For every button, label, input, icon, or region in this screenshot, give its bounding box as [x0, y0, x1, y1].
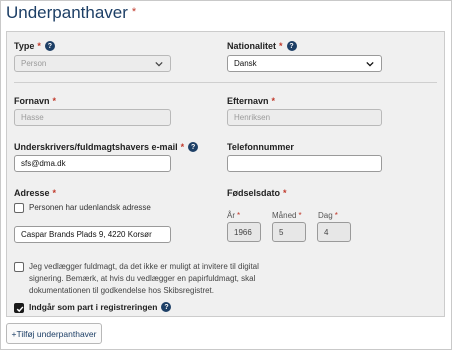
lastname-value: Henriksen	[234, 113, 271, 122]
birthdate-label: Fødselsdato *	[227, 188, 287, 198]
required-marker: *	[237, 211, 241, 220]
address-label-text: Adresse	[14, 188, 50, 198]
email-label-text: Underskrivers/fuldmagtshavers e-mail	[14, 142, 178, 152]
birth-month-input[interactable]: 5	[272, 222, 306, 242]
section-title: Underpanthaver *	[6, 3, 136, 23]
email-label: Underskrivers/fuldmagtshavers e-mail *?	[14, 142, 199, 152]
firstname-label: Fornavn *	[14, 96, 56, 106]
required-marker: *	[298, 211, 302, 220]
required-marker: *	[180, 142, 185, 152]
month-label-text: Måned	[272, 211, 297, 220]
address-label: Adresse *	[14, 188, 56, 198]
day-label: Dag *	[318, 211, 338, 220]
required-marker: *	[283, 188, 287, 198]
type-label-text: Type	[14, 41, 35, 51]
birth-year-value: 1966	[234, 227, 252, 237]
year-label: År *	[227, 211, 240, 220]
lastname-input[interactable]: Henriksen	[227, 109, 382, 126]
phone-label-text: Telefonnummer	[227, 142, 294, 152]
required-marker: *	[334, 211, 338, 220]
phone-label: Telefonnummer	[227, 142, 294, 152]
birthdate-label-text: Fødselsdato	[227, 188, 281, 198]
divider	[14, 82, 437, 83]
power-of-attorney-checkbox[interactable]	[14, 262, 24, 272]
required-marker: *	[52, 188, 57, 198]
power-of-attorney-text: Jeg vedlægger fuldmagt, da det ikke er m…	[29, 262, 259, 295]
birth-day-value: 4	[324, 227, 329, 237]
birth-year-input[interactable]: 1966	[227, 222, 261, 242]
nationality-label: Nationalitet *?	[227, 41, 297, 51]
lastname-label-text: Efternavn	[227, 96, 269, 106]
question-circle-icon[interactable]: ?	[286, 41, 297, 51]
email-input[interactable]: sfs@dma.dk	[14, 155, 171, 172]
type-label: Type *?	[14, 41, 55, 51]
question-circle-icon[interactable]: ?	[44, 41, 55, 51]
chevron-down-icon	[155, 61, 163, 67]
add-underpanthaver-button[interactable]: +Tilføj underpanthaver	[6, 323, 102, 344]
checkmark-icon	[16, 306, 24, 313]
birth-day-input[interactable]: 4	[317, 222, 351, 242]
required-marker: *	[279, 41, 283, 51]
phone-input[interactable]	[227, 155, 382, 172]
nationality-label-text: Nationalitet	[227, 41, 277, 51]
nationality-select-value: Dansk	[234, 59, 257, 68]
year-label-text: År	[227, 211, 235, 220]
required-marker: *	[37, 41, 41, 51]
day-label-text: Dag	[318, 211, 333, 220]
firstname-input[interactable]: Hasse	[14, 109, 171, 126]
foreign-address-checkbox[interactable]	[14, 203, 24, 213]
type-select-value: Person	[21, 59, 47, 68]
lastname-label: Efternavn *	[227, 96, 275, 106]
nationality-select[interactable]: Dansk	[227, 55, 382, 72]
required-marker: *	[271, 96, 276, 106]
month-label: Måned *	[272, 211, 302, 220]
type-select[interactable]: Person	[14, 55, 171, 72]
question-circle-icon[interactable]: ?	[188, 142, 199, 152]
question-circle-icon[interactable]: ?	[161, 302, 172, 312]
email-value: sfs@dma.dk	[21, 159, 66, 168]
foreign-address-label: Personen har udenlandsk adresse	[29, 203, 151, 212]
party-in-registration-checkbox[interactable]	[14, 303, 24, 313]
chevron-down-icon	[366, 61, 374, 67]
required-marker: *	[131, 6, 137, 18]
address-input[interactable]: Caspar Brands Plads 9, 4220 Korsør	[14, 226, 171, 243]
birth-month-value: 5	[279, 227, 284, 237]
party-in-registration-text: Indgår som part i registreringen	[29, 302, 158, 312]
address-value: Caspar Brands Plads 9, 4220 Korsør	[21, 230, 152, 239]
required-marker: *	[52, 96, 57, 106]
firstname-label-text: Fornavn	[14, 96, 50, 106]
firstname-value: Hasse	[21, 113, 44, 122]
party-in-registration-label: Indgår som part i registreringen?	[29, 302, 172, 312]
section-title-text: Underpanthaver	[6, 3, 128, 22]
